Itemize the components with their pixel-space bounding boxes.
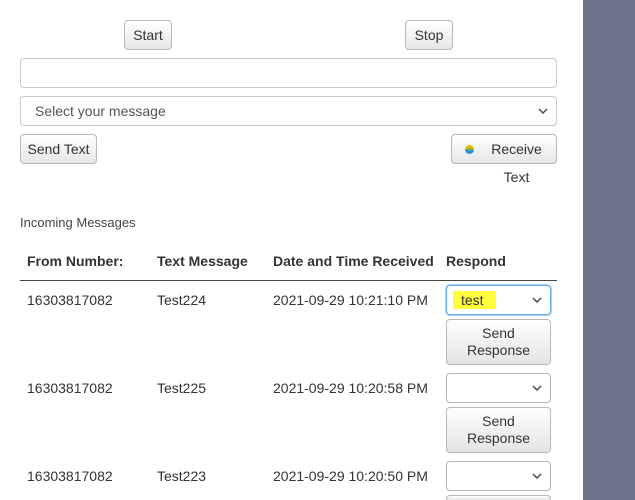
send-response-label-1: Send [482,325,515,341]
row-message: Test224 [157,292,207,308]
page-gutter [583,0,635,500]
row-from: 16303817082 [27,380,113,396]
receive-text-label: Receive Text [491,141,542,185]
stop-button[interactable]: Stop [405,20,453,50]
message-text-input[interactable] [20,58,557,88]
send-response-label-1: Send [482,413,515,429]
chevron-down-icon [532,385,542,391]
col-header-from: From Number: [27,253,124,269]
start-button[interactable]: Start [124,20,172,50]
chevron-down-icon [532,297,542,303]
table-header-divider [20,280,557,281]
col-header-message: Text Message [157,253,248,269]
row-from: 16303817082 [27,292,113,308]
chevron-down-icon [532,473,542,479]
chevron-down-icon [538,108,548,114]
row-received: 2021-09-29 10:20:58 PM [273,380,428,396]
send-response-label-2: Response [466,342,531,358]
send-text-button[interactable]: Send Text [20,134,97,164]
respond-select[interactable] [446,373,551,403]
row-message: Test223 [157,468,207,484]
row-received: 2021-09-29 10:20:50 PM [273,468,428,484]
receive-icon [465,145,474,154]
send-response-button[interactable]: Send Response [446,407,551,453]
col-header-respond: Respond [446,253,506,269]
message-select-value: Select your message [35,103,166,119]
send-response-label-2: Response [466,430,531,446]
receive-text-button[interactable]: Receive Text [451,134,557,185]
col-header-received: Date and Time Received [273,253,434,269]
row-message: Test225 [157,380,207,396]
send-response-button[interactable]: Send Response [446,319,551,365]
respond-select-value: test [453,291,496,309]
message-select[interactable]: Select your message [20,96,557,126]
incoming-messages-heading: Incoming Messages [20,215,136,230]
send-response-button[interactable] [446,495,551,500]
row-received: 2021-09-29 10:21:10 PM [273,292,428,308]
row-from: 16303817082 [27,468,113,484]
respond-select[interactable] [446,461,551,491]
respond-select[interactable]: test [446,285,551,315]
